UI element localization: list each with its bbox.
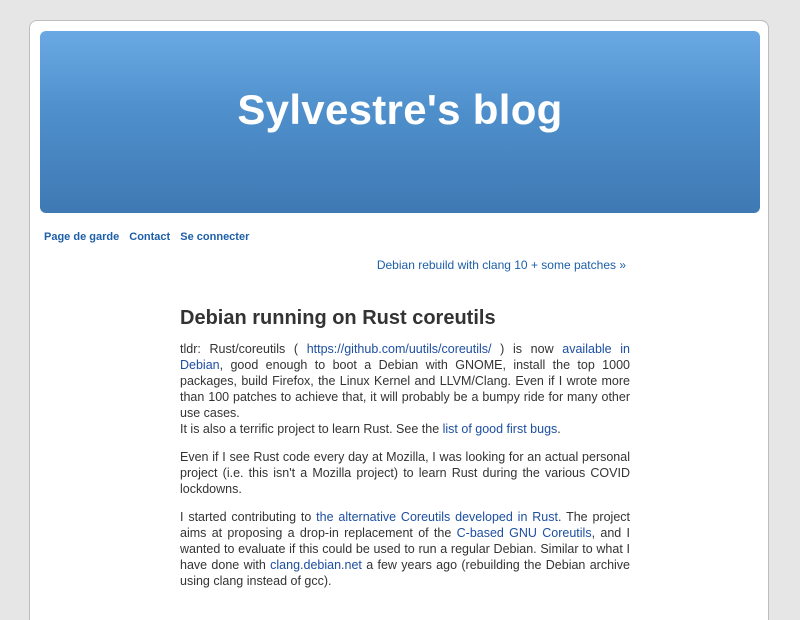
github-coreutils-link[interactable]: https://github.com/uutils/coreutils/ xyxy=(307,342,492,356)
nav-link-login[interactable]: Se connecter xyxy=(180,231,249,243)
post-title: Debian running on Rust coreutils xyxy=(180,307,496,329)
post-paragraph-intro: tldr: Rust/coreutils ( https://github.co… xyxy=(180,341,630,437)
good-first-bugs-link[interactable]: list of good first bugs xyxy=(443,422,558,436)
post-text: ) is now xyxy=(491,342,563,356)
gnu-coreutils-link[interactable]: C-based GNU Coreutils xyxy=(457,526,592,540)
post-text: I started contributing to xyxy=(180,510,317,524)
post-paragraph-motivation: Even if I see Rust code every day at Moz… xyxy=(180,450,630,496)
top-navigation: Page de garde Contact Se connecter xyxy=(44,230,256,244)
rust-coreutils-link[interactable]: the alternative Coreutils developed in R… xyxy=(316,510,558,524)
post-text: . xyxy=(557,422,561,436)
page-container: Sylvestre's blog Page de garde Contact S… xyxy=(29,20,769,620)
blog-post: Debian running on Rust coreutils tldr: R… xyxy=(180,305,630,601)
nav-link-contact[interactable]: Contact xyxy=(129,231,170,243)
blog-title[interactable]: Sylvestre's blog xyxy=(40,86,760,134)
clang-debian-link[interactable]: clang.debian.net xyxy=(270,558,362,572)
post-text: , good enough to boot a Debian with GNOM… xyxy=(180,358,630,420)
post-text: It is also a terrific project to learn R… xyxy=(180,422,443,436)
nav-link-home[interactable]: Page de garde xyxy=(44,231,119,243)
next-post-link[interactable]: Debian rebuild with clang 10 + some patc… xyxy=(377,257,626,273)
post-paragraph-contributing: I started contributing to the alternativ… xyxy=(180,509,630,589)
blog-header-banner: Sylvestre's blog xyxy=(40,31,760,213)
post-text: tldr: Rust/coreutils ( xyxy=(180,342,307,356)
